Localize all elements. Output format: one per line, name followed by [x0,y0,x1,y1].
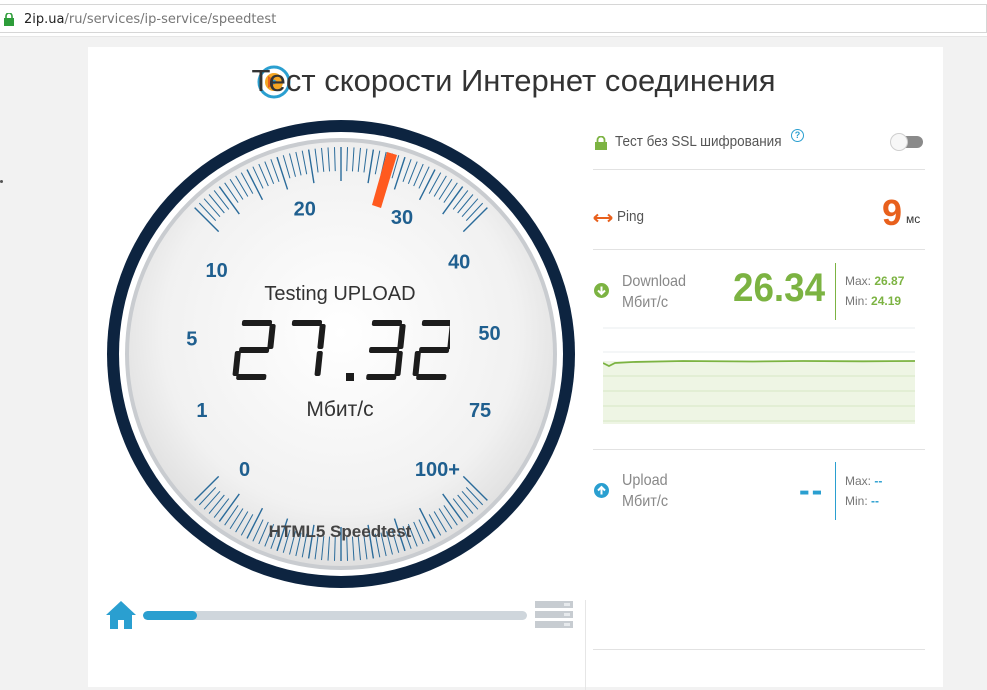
upload-separator [835,462,836,520]
home-icon[interactable] [104,599,138,631]
lcd-segment [241,320,273,326]
progress-fill [143,611,197,620]
upload-minmax: Max: -- Min: -- [845,471,882,511]
download-history-chart [603,327,915,424]
lcd-decimal-point [346,373,354,381]
browser-address-bar: 2ip.ua/ru/services/ip-service/speedtest [0,0,987,37]
lcd-segment [317,324,326,349]
page-title: Тест скорости Интернет соединения [251,63,776,98]
lcd-digits [232,320,456,381]
lcd-segment [368,347,400,353]
page-edge-dot [0,180,3,183]
ssl-lock-icon [595,136,607,150]
upload-arrow-icon [594,483,609,498]
ping-value: 9 [882,192,903,233]
gauge-scale-label: 0 [239,459,250,481]
upload-label: Upload Мбит/с [622,470,668,512]
gauge-speed-value [230,313,456,388]
lcd-segment [394,351,403,376]
lcd-segment [397,324,406,349]
gauge-scale-label: 40 [448,252,470,274]
ssl-toggle-label: Тест без SSL шифрования [615,133,782,150]
download-min-value: 24.19 [871,294,902,308]
download-min-label: Min: [845,294,868,308]
upload-value: -- [799,472,825,508]
url-host: 2ip.ua [24,12,65,27]
lcd-segment [314,351,323,376]
upload-max-label: Max: [845,474,872,488]
lcd-segment [412,351,421,376]
gauge-scale-label: 20 [294,198,316,220]
ping-unit: мс [906,212,921,226]
lcd-segment [238,347,270,353]
lcd-segment [366,374,397,380]
upload-min-value: -- [871,494,880,508]
upload-label-line2: Мбит/с [622,493,669,510]
gauge-scale-label: 50 [478,323,500,345]
gauge-scale-label: 75 [469,400,491,422]
upload-min-label: Min: [845,494,868,508]
lcd-segment [371,320,403,326]
url-text[interactable]: 2ip.ua/ru/services/ip-service/speedtest [24,12,276,27]
gauge-scale-label: 100+ [415,459,460,481]
gauge-scale-label: 5 [186,328,197,350]
server-icon [535,601,573,628]
ping-label: Ping [617,208,645,225]
gauge-brand: HTML5 Speedtest [268,522,412,541]
download-max-value: 26.87 [874,274,905,288]
double-arrow-icon [593,213,613,223]
download-label-line1: Download [622,273,687,290]
gauge-scale-label: 10 [206,260,228,282]
column-divider [585,600,586,690]
divider [593,649,925,650]
url-field[interactable]: 2ip.ua/ru/services/ip-service/speedtest [0,4,987,33]
download-arrow-icon [594,283,609,298]
gauge-scale-label: 1 [196,400,207,422]
upload-label-line1: Upload [622,472,668,489]
progress-track [143,611,527,620]
lock-icon [4,13,14,26]
divider [593,249,925,250]
divider [593,169,925,170]
ssl-toggle-switch[interactable] [889,133,925,151]
upload-max-value: -- [874,474,883,488]
lcd-segment [421,320,453,326]
download-max: Max: 26.87 [845,271,904,291]
download-min: Min: 24.19 [845,291,904,311]
download-label: Download Мбит/с [622,271,686,313]
lcd-segment [267,324,276,349]
lcd-segment [236,374,267,380]
download-minmax: Max: 26.87 Min: 24.19 [845,271,904,311]
download-separator [835,263,836,320]
gauge-unit: Мбит/с [306,398,374,421]
lcd-segment [232,351,241,376]
gauge-scale-label: 30 [391,207,413,229]
gauge-status: Testing UPLOAD [264,283,416,305]
upload-max: Max: -- [845,471,882,491]
upload-min: Min: -- [845,491,882,511]
lcd-segment [418,347,450,353]
lcd-segment [447,324,456,349]
lcd-segment [291,320,323,326]
lcd-segment [416,374,447,380]
help-icon[interactable]: ? [791,129,804,142]
download-max-label: Max: [845,274,872,288]
download-value: 26.34 [733,266,826,310]
download-label-line2: Мбит/с [622,294,669,311]
url-path: /ru/services/ip-service/speedtest [64,12,277,27]
divider [593,449,925,450]
